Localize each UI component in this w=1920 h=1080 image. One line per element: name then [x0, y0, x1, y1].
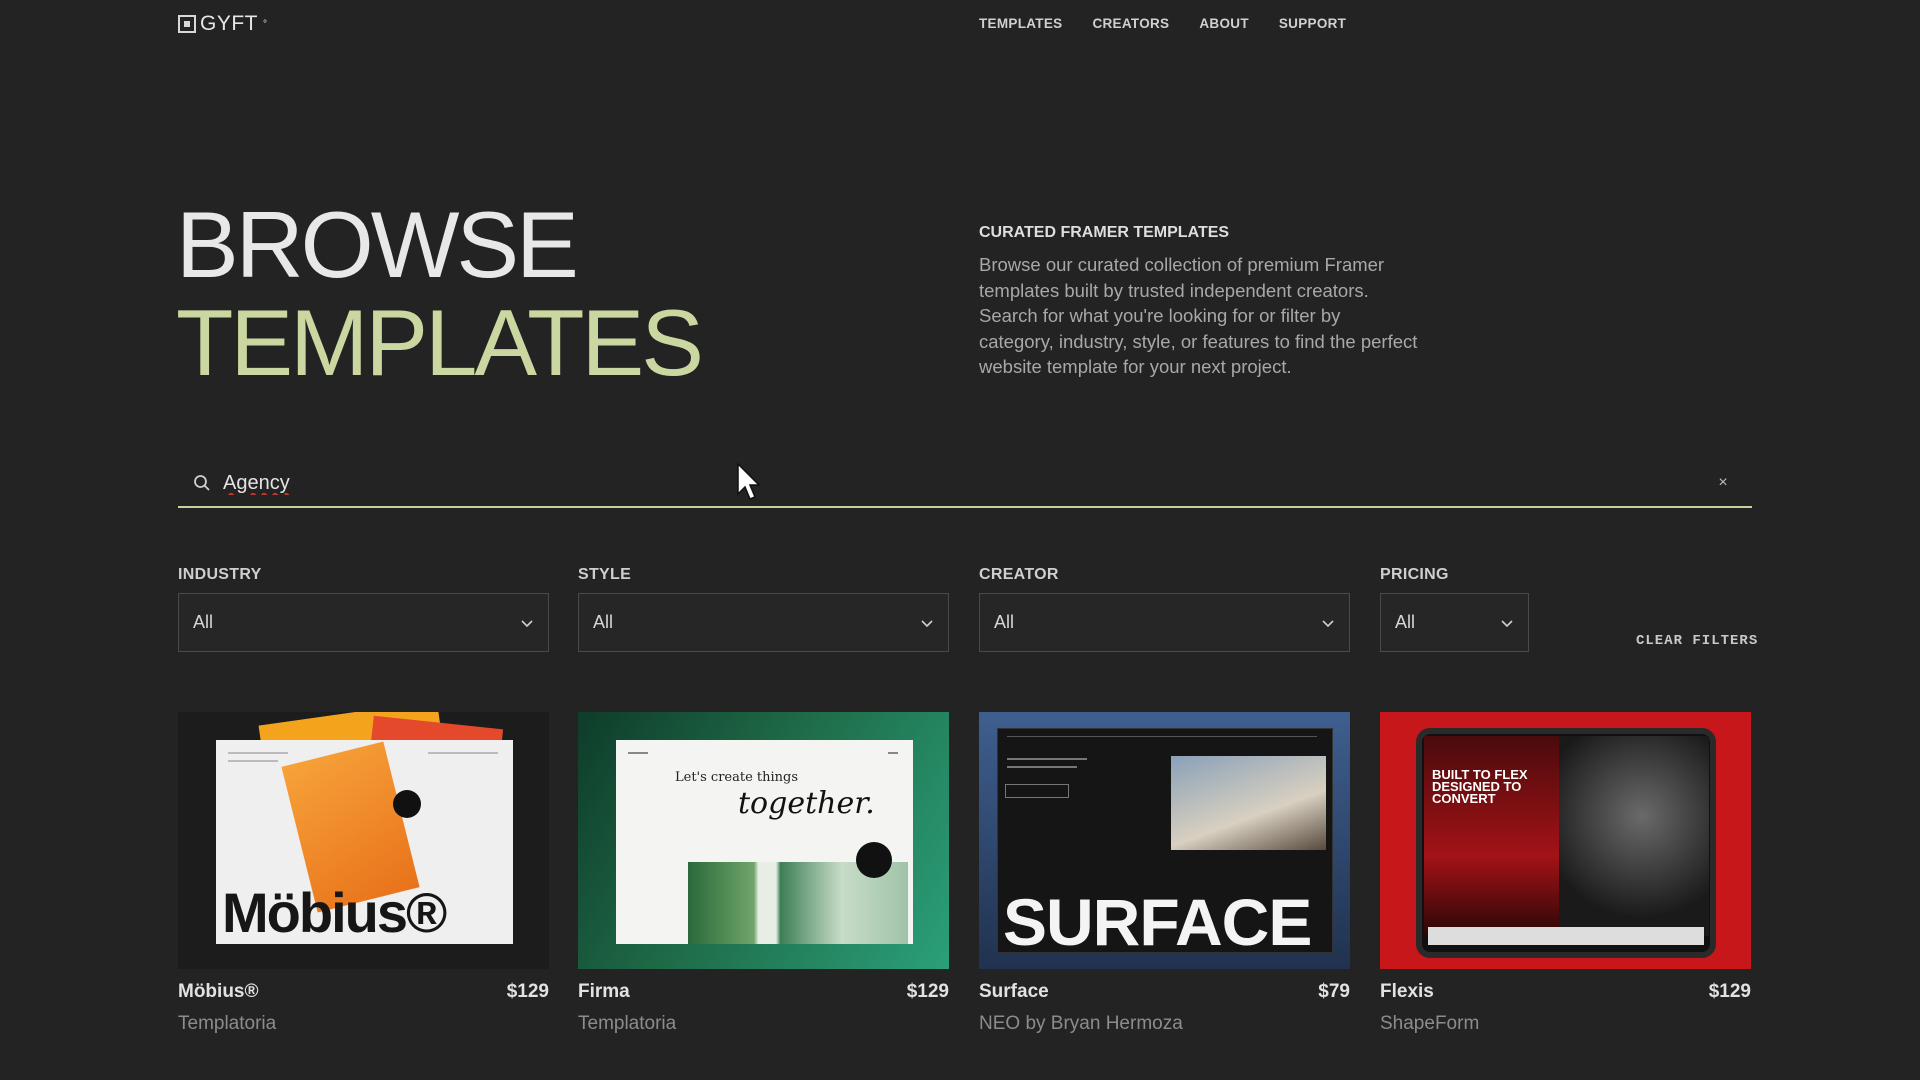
template-name[interactable]: Firma [578, 981, 630, 1003]
template-creator[interactable]: Templatoria [178, 1013, 549, 1035]
template-name[interactable]: Flexis [1380, 981, 1434, 1003]
chevron-down-icon [1501, 619, 1513, 627]
nav-templates[interactable]: TEMPLATES [979, 16, 1062, 31]
filter-creator-label: CREATOR [979, 566, 1059, 583]
filter-style-select[interactable]: All [578, 593, 949, 652]
thumbnail-text-2: together. [738, 786, 875, 821]
chevron-down-icon [1322, 619, 1334, 627]
search-input[interactable] [223, 471, 1710, 495]
template-thumbnail[interactable]: Let's create things together. [578, 712, 949, 969]
thumbnail-text: Möbius® [222, 881, 447, 944]
hero-description: CURATED FRAMER TEMPLATES Browse our cura… [979, 224, 1419, 380]
filter-industry-value: All [193, 612, 214, 632]
chevron-down-icon [921, 619, 933, 627]
nav-creators[interactable]: CREATORS [1092, 16, 1169, 31]
search-icon [193, 474, 211, 492]
nav-support[interactable]: SUPPORT [1279, 16, 1346, 31]
hero-side-text: Browse our curated collection of premium… [979, 254, 1418, 377]
filter-pricing-value: All [1395, 612, 1416, 632]
filter-industry: INDUSTRY All [178, 566, 549, 652]
template-price: $129 [1708, 981, 1751, 1002]
logo-superscript: ° [263, 18, 268, 30]
logo-text: GYFT [200, 12, 258, 35]
filter-style-label: STYLE [578, 566, 632, 583]
template-creator[interactable]: ShapeForm [1380, 1013, 1751, 1035]
template-creator[interactable]: NEO by Bryan Hermoza [979, 1013, 1350, 1035]
filter-creator: CREATOR All [979, 566, 1350, 652]
mouse-cursor-icon [737, 462, 761, 500]
filter-style-value: All [593, 612, 614, 632]
chevron-down-icon [521, 619, 533, 627]
nav-about[interactable]: ABOUT [1199, 16, 1249, 31]
template-thumbnail[interactable]: BUILT TO FLEX DESIGNED TO CONVERT [1380, 712, 1751, 969]
filter-creator-value: All [994, 612, 1015, 632]
template-price: $79 [1318, 981, 1350, 1002]
template-card-firma[interactable]: Let's create things together. Firma $129… [578, 712, 949, 1035]
template-card-flexis[interactable]: BUILT TO FLEX DESIGNED TO CONVERT Flexis… [1380, 712, 1751, 1035]
page-title: BROWSE TEMPLATES [176, 192, 704, 395]
template-thumbnail[interactable]: Möbius® [178, 712, 549, 969]
template-card-surface[interactable]: SURFACE Surface $79 NEO by Bryan Hermoza [979, 712, 1350, 1035]
template-name[interactable]: Surface [979, 981, 1049, 1003]
thumbnail-text: BUILT TO FLEX DESIGNED TO CONVERT [1432, 767, 1528, 806]
clear-search-icon[interactable]: × [1710, 470, 1736, 496]
search-bar: × [178, 460, 1752, 508]
template-price: $129 [506, 981, 549, 1002]
logo-mark-icon [178, 15, 196, 33]
filter-style: STYLE All [578, 566, 949, 652]
page-title-line1: BROWSE [176, 192, 579, 297]
filter-industry-label: INDUSTRY [178, 566, 262, 583]
template-creator[interactable]: Templatoria [578, 1013, 949, 1035]
page-title-line2: TEMPLATES [176, 290, 704, 395]
template-card-mobius[interactable]: Möbius® Möbius® $129 Templatoria [178, 712, 549, 1035]
logo[interactable]: GYFT ° [178, 12, 268, 36]
hero-side-heading: CURATED FRAMER TEMPLATES [979, 224, 1230, 241]
template-thumbnail[interactable]: SURFACE [979, 712, 1350, 969]
filter-pricing-label: PRICING [1380, 566, 1449, 583]
thumbnail-text: SURFACE [1003, 885, 1312, 959]
filter-creator-select[interactable]: All [979, 593, 1350, 652]
filter-pricing: PRICING All [1380, 566, 1529, 652]
main-nav: TEMPLATES CREATORS ABOUT SUPPORT [979, 16, 1346, 31]
template-price: $129 [906, 981, 949, 1002]
thumbnail-text-1: Let's create things [675, 770, 799, 785]
template-name[interactable]: Möbius® [178, 981, 259, 1003]
filter-pricing-select[interactable]: All [1380, 593, 1529, 652]
clear-filters-button[interactable]: CLEAR FILTERS [1636, 633, 1758, 649]
filter-industry-select[interactable]: All [178, 593, 549, 652]
